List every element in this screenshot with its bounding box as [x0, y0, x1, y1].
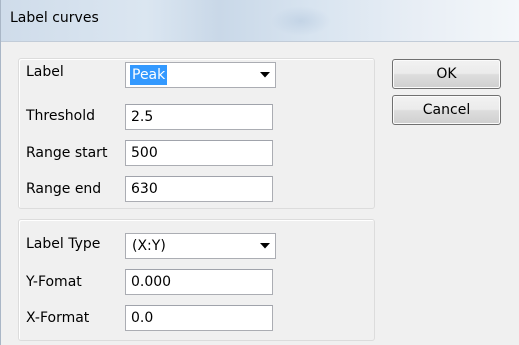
label-type-caption: Label Type [26, 236, 101, 252]
label-caption: Label [26, 64, 64, 80]
window-title: Label curves [10, 10, 99, 26]
y-format-caption: Y-Fomat [26, 274, 82, 290]
label-curves-dialog: Label curves Label Peak Threshold 2.5 Ra… [0, 0, 519, 345]
range-start-caption: Range start [26, 145, 108, 161]
threshold-caption: Threshold [26, 108, 95, 124]
threshold-input[interactable]: 2.5 [125, 104, 273, 130]
label-type-dropdown[interactable]: (X:Y) [125, 233, 276, 259]
label-dropdown[interactable]: Peak [125, 62, 276, 88]
y-format-input[interactable]: 0.000 [125, 269, 273, 295]
x-format-input[interactable]: 0.0 [125, 305, 273, 331]
chevron-down-icon[interactable] [255, 234, 275, 258]
cancel-button[interactable]: Cancel [392, 95, 501, 125]
range-end-caption: Range end [26, 181, 102, 197]
ok-button[interactable]: OK [392, 59, 501, 89]
label-dropdown-value: Peak [130, 65, 168, 85]
chevron-down-icon[interactable] [255, 63, 275, 87]
range-start-input[interactable]: 500 [125, 140, 273, 166]
range-end-input[interactable]: 630 [125, 176, 273, 202]
x-format-caption: X-Format [26, 310, 90, 326]
label-type-dropdown-value: (X:Y) [132, 238, 166, 254]
title-bar[interactable]: Label curves [1, 0, 519, 42]
